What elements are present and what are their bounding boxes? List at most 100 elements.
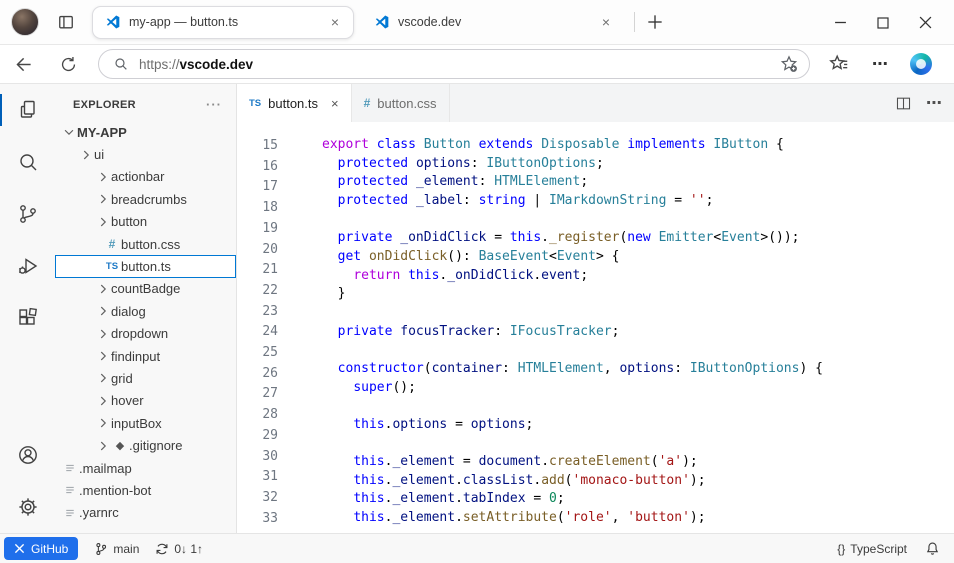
tree-item-dialog[interactable]: dialog [55, 300, 236, 322]
remote-indicator[interactable]: GitHub [4, 537, 78, 560]
ts-icon: TS [103, 261, 121, 272]
chevron-right-icon[interactable] [95, 349, 111, 363]
status-bar: GitHub main 0↓ 1↑ {} TypeScript [0, 533, 954, 563]
browser-tab[interactable]: vscode.dev× [362, 6, 624, 39]
tree-item-button.ts[interactable]: TSbutton.ts [55, 255, 236, 277]
chevron-right-icon[interactable] [95, 439, 111, 453]
back-button[interactable] [14, 54, 35, 75]
browser-tab[interactable]: my-app — button.ts× [92, 6, 354, 39]
ts-icon: TS [249, 98, 261, 109]
activity-bar [0, 84, 55, 533]
tree-item-label: hover [111, 393, 144, 408]
tree-item-mention-bot[interactable]: .mention-bot [55, 479, 236, 501]
tree-item-grid[interactable]: grid [55, 367, 236, 389]
vscode-icon [105, 14, 121, 30]
minimize-button[interactable] [834, 16, 847, 29]
tree-item-inputbox[interactable]: inputBox [55, 412, 236, 434]
new-tab-button[interactable] [645, 12, 665, 32]
tree-item-button.css[interactable]: #button.css [55, 233, 236, 255]
notifications-bell-icon[interactable] [925, 541, 940, 556]
chevron-right-icon[interactable] [78, 148, 94, 162]
tree-item-my-app[interactable]: MY-APP [55, 121, 236, 143]
code-editor[interactable]: 15161718192021222324252627282930313233 e… [237, 122, 954, 533]
tree-item-label: button.ts [121, 259, 171, 274]
tab-actions-icon[interactable] [56, 12, 76, 32]
tree-item-mailmap[interactable]: .mailmap [55, 457, 236, 479]
code-line: super(); [322, 379, 823, 398]
tree-item-gitignore[interactable]: ◆.gitignore [55, 434, 236, 456]
chevron-right-icon[interactable] [95, 192, 111, 206]
code-line: export class Button extends Disposable i… [322, 136, 823, 155]
code-line: get onDidClick(): BaseEvent<Event> { [322, 248, 823, 267]
tree-item-label: breadcrumbs [111, 192, 187, 207]
code-line: private focusTracker: IFocusTracker; [322, 323, 823, 342]
tree-item-breadcrumbs[interactable]: breadcrumbs [55, 188, 236, 210]
tree-item-findinput[interactable]: findinput [55, 345, 236, 367]
chevron-right-icon[interactable] [95, 304, 111, 318]
vscode-icon [374, 14, 390, 30]
sync-icon [155, 542, 169, 556]
accounts-icon[interactable] [0, 429, 55, 481]
close-tab-icon[interactable]: × [327, 13, 343, 31]
git-icon: ◆ [111, 439, 129, 452]
refresh-button[interactable] [59, 55, 78, 74]
language-indicator[interactable]: {} TypeScript [837, 542, 907, 556]
split-editor-icon[interactable] [895, 95, 912, 112]
chevron-right-icon[interactable] [95, 416, 111, 430]
code-line [322, 341, 823, 360]
tree-item-actionbar[interactable]: actionbar [55, 166, 236, 188]
source-control-icon[interactable] [0, 188, 55, 240]
run-debug-icon[interactable] [0, 240, 55, 292]
branch-indicator[interactable]: main [94, 542, 139, 556]
tree-item-button[interactable]: button [55, 211, 236, 233]
tree-item-dropdown[interactable]: dropdown [55, 323, 236, 345]
css-icon: # [364, 96, 371, 110]
tree-item-yarnrc[interactable]: .yarnrc [55, 502, 236, 524]
explorer-icon[interactable] [0, 84, 55, 136]
window-controls [834, 0, 954, 45]
add-favorite-icon[interactable] [779, 54, 799, 74]
extensions-icon[interactable] [0, 292, 55, 344]
sync-indicator[interactable]: 0↓ 1↑ [155, 542, 203, 556]
chevron-right-icon[interactable] [95, 371, 111, 385]
copilot-icon[interactable] [910, 53, 932, 75]
tree-item-label: .mailmap [79, 461, 132, 476]
chevron-right-icon[interactable] [95, 282, 111, 296]
url-bar[interactable]: https://vscode.dev [98, 49, 810, 79]
code-line: constructor(container: HTMLElement, opti… [322, 360, 823, 379]
url-text: https://vscode.dev [139, 57, 779, 72]
maximize-button[interactable] [877, 17, 889, 29]
favorites-bar-icon[interactable] [828, 53, 850, 75]
chevron-right-icon[interactable] [95, 327, 111, 341]
chevron-down-icon[interactable] [61, 125, 77, 139]
chevron-right-icon[interactable] [95, 170, 111, 184]
code-line: return this._onDidClick.event; [322, 267, 823, 286]
tree-item-hover[interactable]: hover [55, 390, 236, 412]
chevron-right-icon[interactable] [95, 215, 111, 229]
close-editor-tab-icon[interactable]: × [331, 96, 339, 111]
close-tab-icon[interactable]: × [598, 13, 614, 31]
code-line [322, 211, 823, 230]
explorer-sidebar: EXPLORER ··· MY-APPuiactionbarbreadcrumb… [55, 84, 237, 533]
tree-item-label: findinput [111, 349, 160, 364]
browser-menu-icon[interactable]: ⋯ [872, 54, 888, 74]
editor-tab-button.css[interactable]: #button.css [352, 84, 450, 122]
chevron-right-icon[interactable] [95, 394, 111, 408]
editor-group: TSbutton.ts×#button.css ⋯ 15161718192021… [237, 84, 954, 533]
tab-divider [634, 12, 635, 32]
tree-item-countbadge[interactable]: countBadge [55, 278, 236, 300]
editor-more-icon[interactable]: ⋯ [926, 93, 942, 113]
explorer-more-icon[interactable]: ··· [206, 97, 222, 112]
code-line: } [322, 285, 823, 304]
css-icon: # [103, 237, 121, 251]
profile-avatar[interactable] [11, 8, 39, 36]
tree-item-label: ui [94, 147, 104, 162]
browser-tab-title: my-app — button.ts [129, 15, 327, 29]
search-panel-icon[interactable] [0, 136, 55, 188]
editor-tab-button.ts[interactable]: TSbutton.ts× [237, 84, 352, 122]
tree-item-ui[interactable]: ui [55, 143, 236, 165]
editor-tab-bar: TSbutton.ts×#button.css ⋯ [237, 84, 954, 122]
code-line: private _onDidClick = this._register(new… [322, 229, 823, 248]
settings-icon[interactable] [0, 481, 55, 533]
close-window-button[interactable] [919, 16, 932, 29]
